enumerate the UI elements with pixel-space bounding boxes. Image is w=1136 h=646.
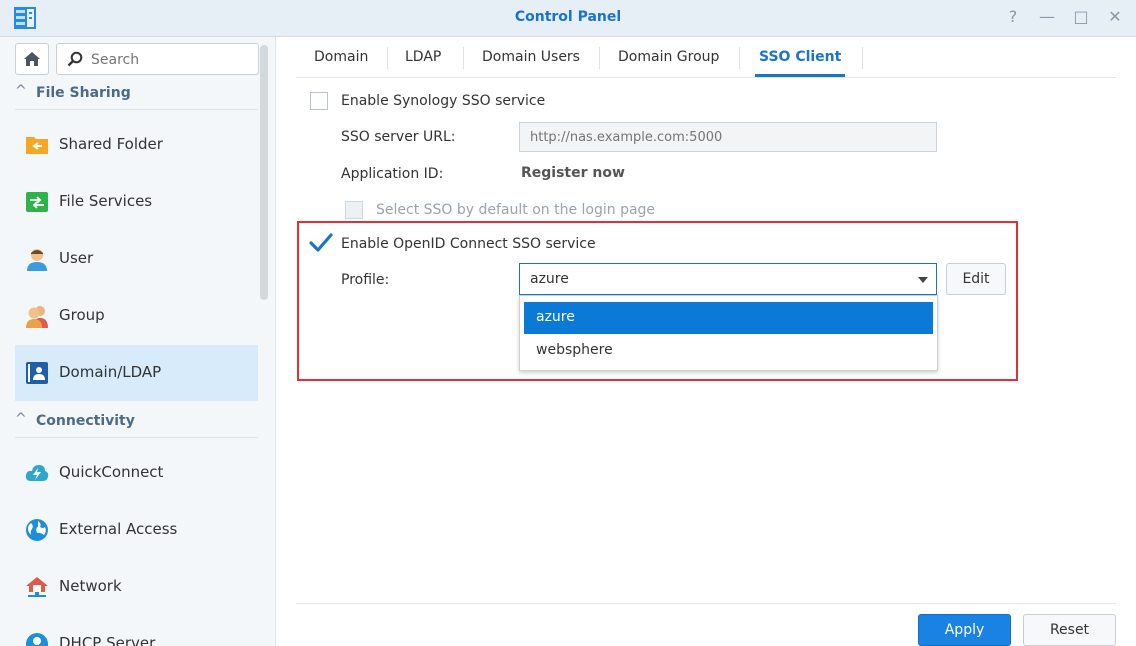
sidebar-item-network[interactable]: Network bbox=[15, 559, 258, 615]
sidebar-item-label: Domain/LDAP bbox=[59, 363, 162, 381]
tab-separator bbox=[862, 47, 863, 69]
sidebar-item-quickconnect[interactable]: QuickConnect bbox=[15, 445, 258, 501]
profile-dropdown-list: azure websphere bbox=[519, 295, 938, 371]
sidebar-item-label: Network bbox=[59, 577, 122, 595]
search-icon bbox=[67, 51, 83, 67]
tab-bar: Domain LDAP Domain Users Domain Group SS… bbox=[296, 37, 1116, 78]
sidebar-item-shared-folder[interactable]: Shared Folder bbox=[15, 117, 258, 173]
chevron-up-icon: ^ bbox=[15, 83, 27, 99]
caret-down-icon bbox=[918, 277, 928, 283]
enable-synology-sso-label: Enable Synology SSO service bbox=[341, 93, 546, 109]
section-connectivity[interactable]: ^ Connectivity bbox=[15, 407, 258, 438]
enable-openid-sso-label: Enable OpenID Connect SSO service bbox=[341, 236, 596, 252]
tab-domain[interactable]: Domain bbox=[314, 37, 368, 77]
sidebar-item-user[interactable]: User bbox=[15, 231, 258, 287]
file-services-icon bbox=[26, 192, 48, 212]
user-icon bbox=[27, 249, 47, 271]
tab-separator bbox=[463, 47, 464, 69]
group-icon bbox=[26, 306, 48, 328]
sso-server-url-label: SSO server URL: bbox=[341, 129, 456, 145]
maximize-icon[interactable]: □ bbox=[1072, 7, 1090, 26]
sidebar-item-dhcp-server[interactable]: DHCP Server bbox=[15, 616, 258, 646]
external-access-icon bbox=[26, 519, 48, 541]
tab-separator bbox=[387, 47, 388, 69]
network-icon bbox=[26, 577, 48, 597]
tab-domain-users[interactable]: Domain Users bbox=[482, 37, 580, 77]
sidebar-item-label: Group bbox=[59, 306, 105, 324]
section-label: File Sharing bbox=[36, 85, 131, 101]
tab-sso-client[interactable]: SSO Client bbox=[754, 37, 846, 77]
profile-label: Profile: bbox=[341, 272, 390, 288]
reset-button[interactable]: Reset bbox=[1023, 614, 1116, 646]
sidebar-scrollbar[interactable] bbox=[260, 45, 268, 300]
select-sso-default-checkbox[interactable] bbox=[345, 201, 363, 219]
footer-divider bbox=[296, 603, 1116, 604]
help-icon[interactable]: ? bbox=[1004, 7, 1022, 26]
sidebar-item-label: File Services bbox=[59, 192, 153, 210]
domain-ldap-icon bbox=[26, 362, 48, 384]
edit-profile-button[interactable]: Edit bbox=[946, 263, 1006, 295]
check-icon[interactable] bbox=[309, 233, 333, 253]
chevron-up-icon: ^ bbox=[15, 411, 27, 427]
register-now-link[interactable]: Register now bbox=[521, 165, 625, 181]
tab-separator bbox=[739, 47, 740, 69]
enable-synology-sso-checkbox[interactable] bbox=[310, 92, 328, 110]
section-label: Connectivity bbox=[36, 413, 135, 429]
sidebar-item-label: DHCP Server bbox=[59, 634, 156, 646]
profile-option-label: azure bbox=[536, 309, 575, 325]
sidebar-item-label: Shared Folder bbox=[59, 135, 163, 153]
tab-domain-group[interactable]: Domain Group bbox=[618, 37, 719, 77]
profile-option-label: websphere bbox=[536, 342, 613, 358]
sidebar: ^ File Sharing Shared Folder File Servic… bbox=[0, 37, 276, 646]
tab-ldap[interactable]: LDAP bbox=[405, 37, 441, 77]
application-id-label: Application ID: bbox=[341, 166, 444, 182]
sidebar-item-label: QuickConnect bbox=[59, 463, 164, 481]
profile-option[interactable]: azure bbox=[524, 302, 933, 334]
home-button[interactable] bbox=[15, 43, 49, 75]
section-file-sharing[interactable]: ^ File Sharing bbox=[15, 79, 258, 110]
shared-folder-icon bbox=[26, 137, 48, 154]
sidebar-item-group[interactable]: Group bbox=[15, 288, 258, 344]
profile-option[interactable]: websphere bbox=[524, 335, 933, 367]
apply-button[interactable]: Apply bbox=[918, 614, 1011, 646]
sidebar-item-label: External Access bbox=[59, 520, 178, 538]
quickconnect-icon bbox=[25, 465, 49, 481]
home-icon bbox=[24, 52, 40, 66]
profile-select-value: azure bbox=[530, 271, 569, 287]
minimize-icon[interactable]: — bbox=[1038, 7, 1056, 26]
search-input[interactable] bbox=[89, 49, 253, 71]
window-title: Control Panel bbox=[514, 9, 622, 25]
sidebar-item-file-services[interactable]: File Services bbox=[15, 174, 258, 230]
profile-select[interactable]: azure bbox=[519, 263, 937, 295]
sidebar-item-domain-ldap[interactable]: Domain/LDAP bbox=[15, 345, 258, 401]
sso-server-url-input[interactable] bbox=[519, 122, 937, 152]
select-sso-default-label: Select SSO by default on the login page bbox=[376, 202, 656, 218]
sidebar-item-external-access[interactable]: External Access bbox=[15, 502, 258, 558]
sidebar-item-label: User bbox=[59, 249, 94, 267]
dhcp-server-icon bbox=[26, 633, 48, 646]
close-icon[interactable]: ✕ bbox=[1106, 7, 1124, 26]
search-box[interactable] bbox=[56, 43, 259, 75]
title-bar: Control Panel ? — □ ✕ bbox=[0, 0, 1136, 37]
tab-separator bbox=[599, 47, 600, 69]
